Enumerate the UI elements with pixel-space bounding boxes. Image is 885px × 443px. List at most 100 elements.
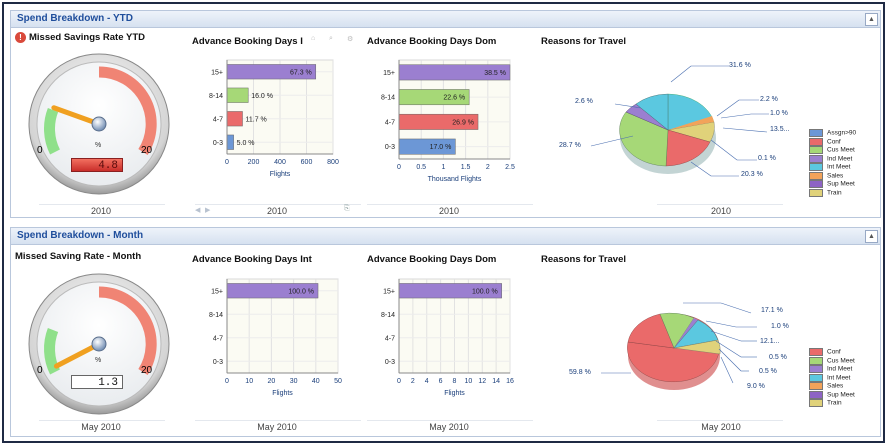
divider (657, 420, 783, 421)
month-gauge (28, 273, 170, 415)
pie-label: 28.7 % (559, 142, 581, 149)
x-tick-label: 0.5 (416, 164, 426, 171)
ytd-int-footer: 2010 (266, 206, 288, 216)
legend-label: Int Meet (827, 163, 851, 171)
ytd-int-chart: 0 200 400 600 800 15+ 67.3 % 8-14 16.0 % 4-7 11.7 … (209, 59, 339, 178)
ytd-gauge-unit: % (95, 142, 102, 149)
legend-swatch (809, 390, 823, 399)
legend-item: Train (809, 399, 855, 408)
settings-icon[interactable]: ⚙ (347, 35, 353, 43)
data-label: 38.5 % (484, 70, 506, 77)
x-axis-title: Thousand Flights (428, 176, 482, 183)
x-tick-label: 8 (453, 378, 457, 385)
x-tick-label: 1 (441, 164, 445, 171)
data-label: 100.0 % (472, 288, 498, 295)
pie-label: 9.0 % (747, 383, 765, 390)
legend-swatch (809, 382, 823, 390)
prev-icon[interactable]: ◀ (195, 206, 200, 214)
x-tick-label: 0 (397, 164, 401, 171)
legend-label: Sales (827, 382, 844, 390)
month-int-title: Advance Booking Days Int (192, 254, 312, 265)
ytd-panel-title: Spend Breakdown - YTD (17, 13, 133, 24)
data-label: 100.0 % (288, 288, 314, 295)
legend-swatch (809, 180, 823, 188)
legend-swatch (809, 373, 823, 382)
legend-item: Int Meet (809, 373, 855, 383)
category-label: 15+ (211, 288, 223, 295)
legend-item: Sales (809, 171, 856, 181)
x-axis-title: Flights (270, 171, 291, 178)
legend-item: Int Meet (809, 163, 856, 172)
legend-label: Cus Meet (827, 357, 855, 365)
ytd-pie-leaders (590, 65, 769, 177)
data-label: 5.0 % (237, 140, 255, 147)
pie-label: 2.2 % (760, 96, 778, 103)
next-icon[interactable]: ▶ (205, 206, 210, 214)
legend-label: Sup Meet (827, 391, 855, 399)
legend-label: Conf (827, 138, 841, 146)
ytd-panel: Spend Breakdown - YTD ▲ ! Missed Savings … (10, 10, 881, 218)
export-icon[interactable]: ⎘ (344, 205, 350, 213)
category-label: 15+ (383, 288, 395, 295)
x-tick-label: 6 (439, 378, 443, 385)
legend-item: Ind Meet (809, 365, 855, 374)
legend-label: Conf (827, 348, 841, 356)
category-label: 8-14 (209, 312, 223, 319)
month-gauge-max: 20 (141, 365, 153, 376)
x-tick-label: 1.5 (461, 164, 471, 171)
month-int-chart: 0 10 20 30 40 50 15+ 100.0 % 8-14 4-7 0-3 Flights (209, 278, 342, 397)
pie-label: 59.8 % (569, 369, 591, 376)
legend-label: Int Meet (827, 374, 851, 382)
legend-item: Conf (809, 137, 856, 147)
x-tick-label: 40 (312, 378, 320, 385)
divider (39, 420, 165, 421)
legend-swatch (809, 129, 823, 137)
home-icon[interactable]: ⌂ (311, 35, 315, 42)
pie-label: 17.1 % (761, 307, 783, 314)
pie-label: 13.5... (770, 126, 790, 133)
legend-label: Train (827, 399, 842, 407)
month-reasons-title: Reasons for Travel (541, 254, 627, 265)
x-tick-label: 4 (425, 378, 429, 385)
gauge-green-band (44, 108, 61, 155)
legend-item: Ind Meet (809, 154, 856, 164)
data-label: 16.0 % (251, 93, 273, 100)
ytd-gauge-title: Missed Savings Rate YTD (29, 32, 145, 44)
pie-label: 1.0 % (770, 110, 788, 117)
x-tick-label: 0 (397, 378, 401, 385)
ytd-reasons-title: Reasons for Travel (541, 36, 627, 47)
x-tick-label: 14 (492, 378, 500, 385)
divider (195, 204, 361, 205)
x-tick-label: 10 (464, 378, 472, 385)
legend-swatch (809, 365, 823, 373)
ytd-gauge-value: 4.8 (71, 158, 123, 172)
x-tick-label: 12 (478, 378, 486, 385)
month-gauge-title: Missed Saving Rate - Month (15, 251, 142, 262)
x-axis-title: Flights (272, 390, 293, 397)
month-gauge-min: 0 (37, 365, 43, 376)
legend-label: Sales (827, 172, 844, 180)
category-label: 8-14 (209, 93, 223, 100)
category-label: 8-14 (381, 95, 395, 102)
legend-swatch (809, 163, 823, 171)
category-label: 15+ (211, 69, 223, 76)
month-panel-header: Spend Breakdown - Month ▲ (11, 228, 880, 245)
zoom-icon[interactable]: ⌕ (329, 35, 333, 43)
ytd-dom-footer: 2010 (438, 206, 460, 216)
pie-label: 2.6 % (575, 98, 593, 105)
month-gauge-unit: % (95, 357, 102, 364)
bar (226, 111, 243, 127)
pie-label: 0.5 % (759, 368, 777, 375)
x-tick-label: 200 (248, 159, 260, 166)
legend-item: Sup Meet (809, 180, 856, 189)
legend-swatch (809, 399, 823, 407)
month-dom-footer: May 2010 (429, 422, 469, 432)
month-panel-title: Spend Breakdown - Month (17, 230, 144, 241)
collapse-icon[interactable]: ▲ (865, 13, 878, 26)
divider (39, 204, 165, 205)
pie-label: 1.0 % (771, 323, 789, 330)
pie-label: 0.5 % (769, 354, 787, 361)
pie-label: 0.1 % (758, 155, 776, 162)
category-label: 4-7 (213, 335, 223, 342)
collapse-icon[interactable]: ▲ (865, 230, 878, 243)
